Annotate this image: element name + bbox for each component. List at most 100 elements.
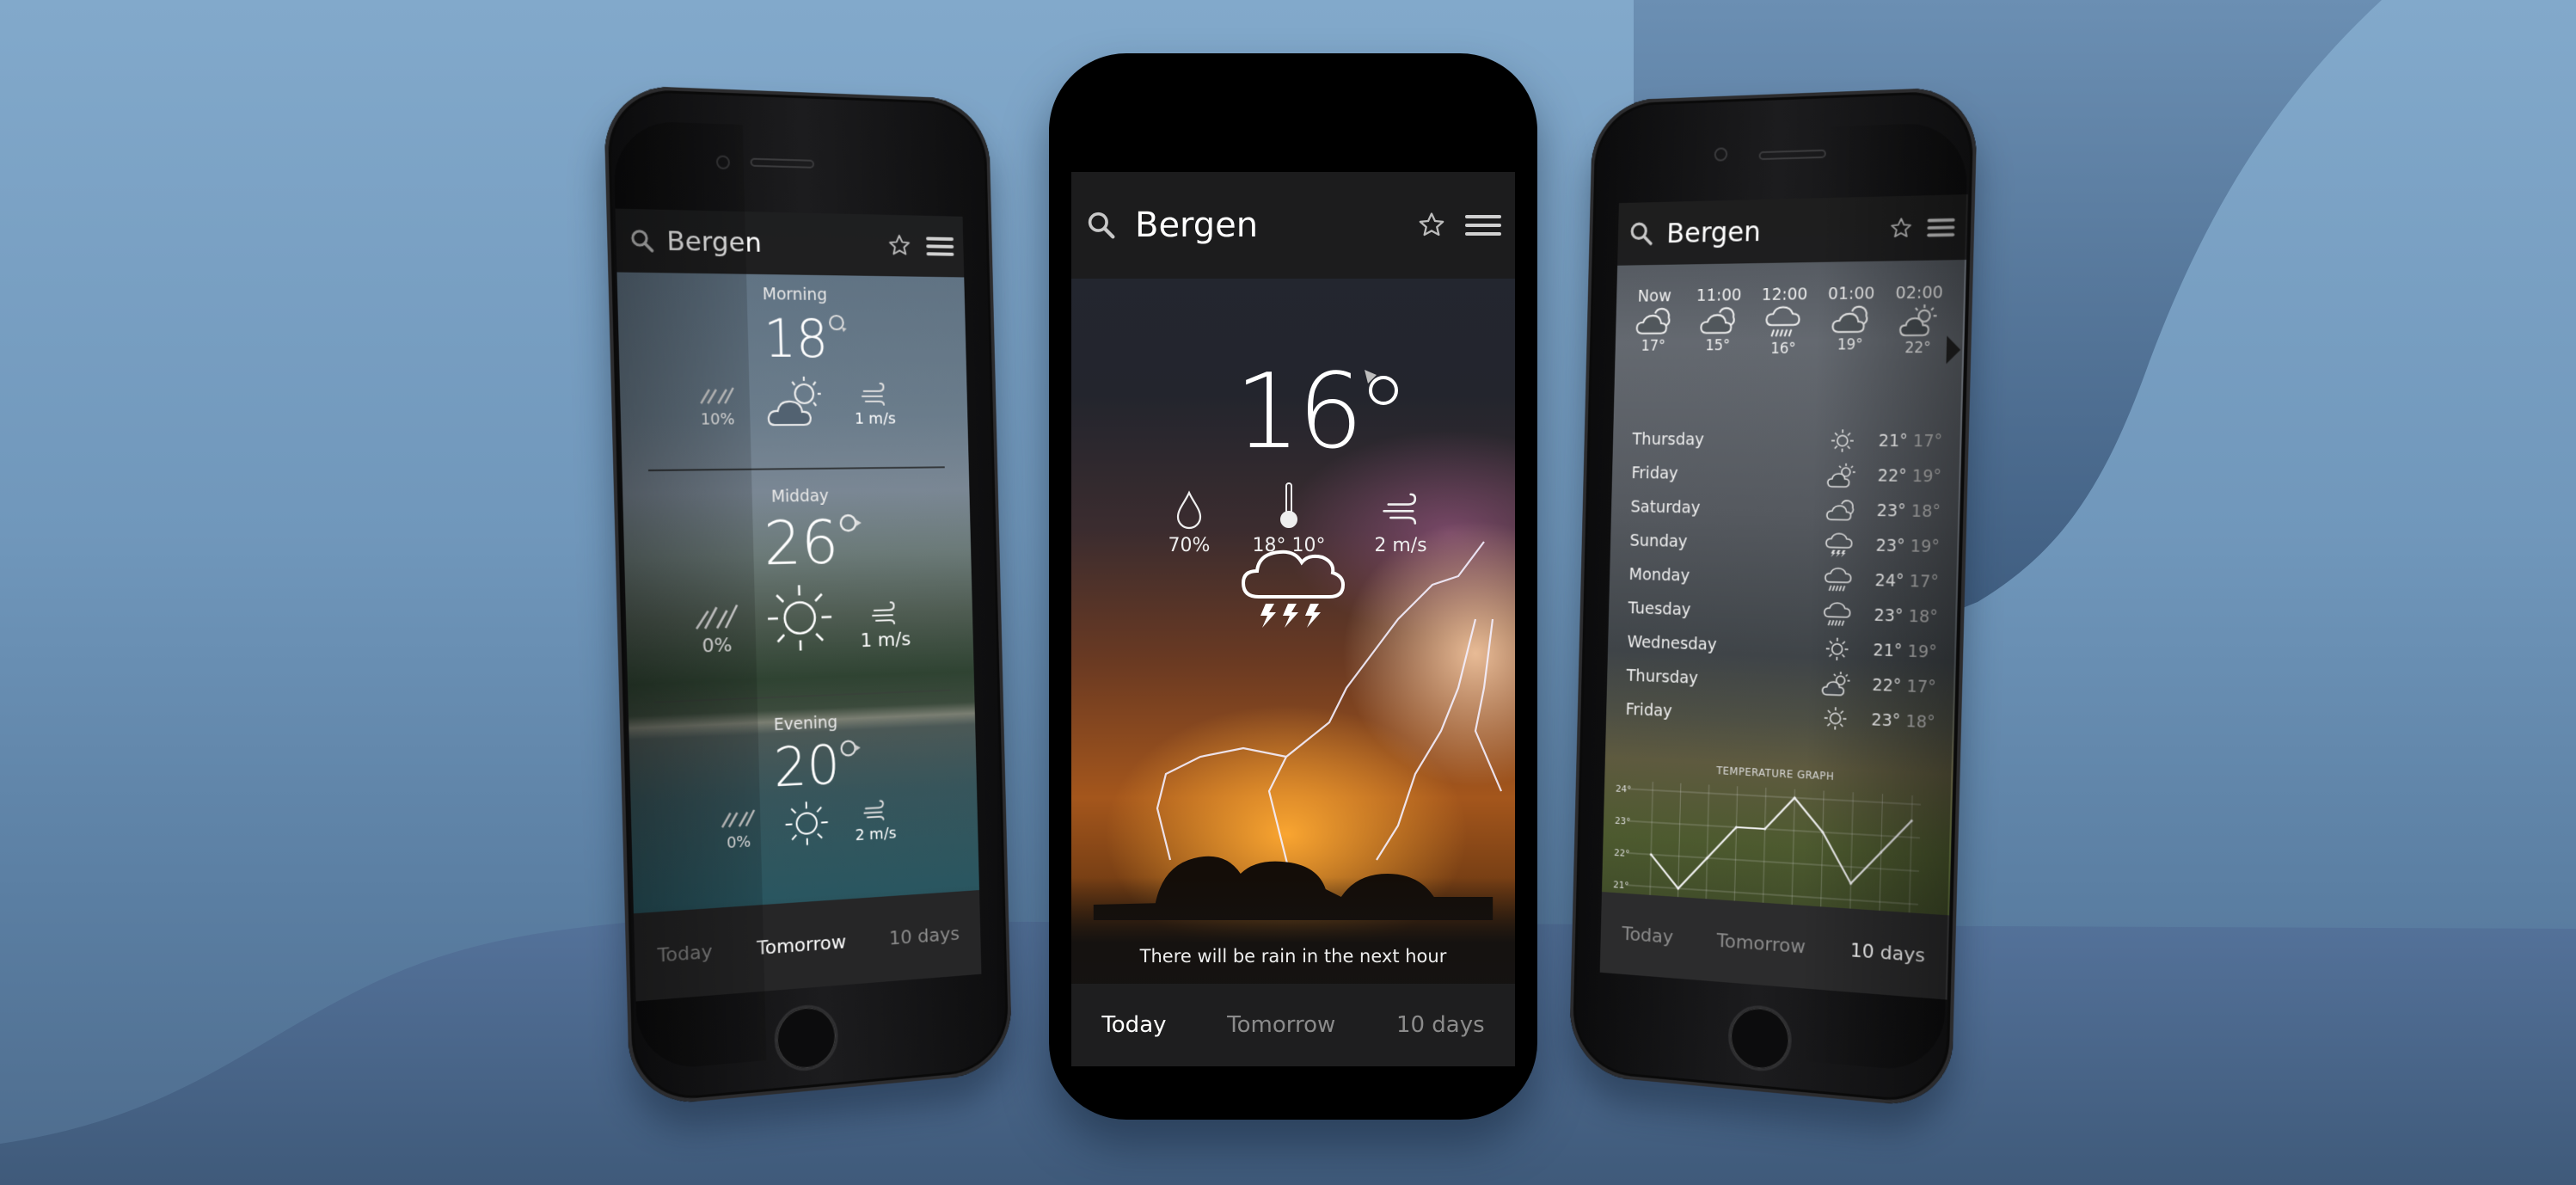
tab-10-days[interactable]: 10 days <box>1850 940 1926 967</box>
period-label: Morning <box>762 285 828 305</box>
hourly-item: 12:00 16° <box>1756 285 1812 358</box>
daily-row[interactable]: Saturday 23° 18° <box>1630 490 1941 530</box>
wind-value: 2 m/s <box>1374 535 1427 556</box>
front-camera <box>715 155 731 170</box>
screen: Bergen 16 70% 18° 10° 2 m/s There will b… <box>1071 172 1515 1066</box>
hour-time: Now <box>1637 286 1672 306</box>
thunderstorm-icon <box>1241 550 1346 628</box>
next-arrow-icon[interactable] <box>1946 335 1961 365</box>
divider <box>653 689 951 703</box>
menu-icon[interactable] <box>1465 213 1501 237</box>
tab-today[interactable]: Today <box>1622 923 1673 948</box>
graph-vgridline <box>1909 795 1912 918</box>
day-high: 21° <box>1878 431 1908 451</box>
precip-value: 0% <box>726 832 751 853</box>
degree-wind-icon <box>839 737 862 760</box>
search-icon[interactable] <box>1087 211 1116 240</box>
day-high: 23° <box>1875 536 1905 556</box>
day-name: Monday <box>1628 565 1690 586</box>
menu-icon[interactable] <box>926 236 954 258</box>
day-high: 24° <box>1874 570 1904 592</box>
wind-icon <box>861 383 889 407</box>
rain-streaks-icon <box>697 383 737 407</box>
star-icon[interactable] <box>1417 211 1446 240</box>
forecast-message: There will be rain in the next hour <box>1139 946 1447 967</box>
divider <box>647 466 945 472</box>
rain-icon <box>1822 566 1856 592</box>
wind-icon <box>862 799 887 822</box>
tab-tomorrow[interactable]: Tomorrow <box>1227 1012 1335 1038</box>
day-name: Tuesday <box>1628 599 1691 620</box>
phone-left: Bergen Morning 18 10% 1 m/s Midday 26 0%… <box>603 84 1013 1108</box>
cloudy-icon <box>1814 304 1888 339</box>
day-name: Wednesday <box>1627 632 1717 654</box>
search-icon[interactable] <box>629 229 654 254</box>
hourly-item: 01:00 19° <box>1822 284 1880 358</box>
tab-tomorrow[interactable]: Tomorrow <box>757 931 846 960</box>
day-name: Friday <box>1625 700 1673 721</box>
graph-series-line <box>1650 790 1912 904</box>
menu-icon[interactable] <box>1927 217 1955 238</box>
degree-wind-icon <box>837 512 862 536</box>
day-high: 23° <box>1876 500 1906 521</box>
hourly-item: Now 17° <box>1626 286 1681 358</box>
graph-gridline <box>1627 853 1919 871</box>
star-icon[interactable] <box>1889 216 1914 241</box>
app-bar: Bergen <box>1617 194 1968 266</box>
partly-cloudy-icon <box>1881 303 1957 342</box>
humidity-value: 70% <box>1168 535 1211 556</box>
graph-vgridline <box>1763 788 1766 908</box>
daily-row[interactable]: Thursday 21° 17° <box>1632 422 1943 459</box>
graph-y-tick: 22° <box>1614 847 1630 859</box>
day-name: Thursday <box>1626 666 1699 688</box>
day-low: 19° <box>1910 537 1941 557</box>
hourly-item: 11:00 15° <box>1690 286 1746 358</box>
hour-time: 01:00 <box>1827 284 1875 304</box>
period-temperature: 18 <box>763 309 829 370</box>
city-name[interactable]: Bergen <box>1666 212 1890 249</box>
graph-gridline <box>1628 821 1920 838</box>
hour-time: 11:00 <box>1696 286 1742 305</box>
rain-icon <box>1821 601 1855 628</box>
sun-icon <box>764 580 836 655</box>
graph-vgridline <box>1734 786 1738 906</box>
day-high: 23° <box>1871 710 1901 731</box>
phone-center: Bergen 16 70% 18° 10° 2 m/s There will b… <box>1049 53 1537 1120</box>
graph-y-tick: 21° <box>1613 879 1629 891</box>
city-name[interactable]: Bergen <box>1135 206 1417 245</box>
day-name: Friday <box>1631 464 1678 483</box>
hour-time: 12:00 <box>1761 285 1808 304</box>
tab-10-days[interactable]: 10 days <box>1396 1012 1485 1038</box>
phone-right: Bergen Now 17° 11:00 15° 12:00 16° 01:00 19° 02:… <box>1568 86 1978 1109</box>
sun-icon <box>1820 635 1855 663</box>
period-label: Midday <box>770 486 830 507</box>
period-morning: Morning 18 10% 1 m/s <box>617 283 968 429</box>
graph-y-tick: 24° <box>1616 783 1632 795</box>
graph-vgridline <box>1650 782 1653 900</box>
app-bar: Bergen <box>1071 172 1515 279</box>
city-name[interactable]: Bergen <box>666 225 887 261</box>
graph-vgridline <box>1850 792 1854 913</box>
wind-stat: 2 m/s <box>1362 490 1439 556</box>
wind-value: 1 m/s <box>860 629 911 653</box>
star-icon[interactable] <box>887 233 912 259</box>
current-temperature: 16 <box>1235 353 1364 472</box>
hour-temp: 15° <box>1705 337 1731 355</box>
day-low: 17° <box>1912 431 1943 451</box>
tab-today[interactable]: Today <box>657 941 712 967</box>
daily-row[interactable]: Friday 22° 19° <box>1631 457 1942 494</box>
screen: Bergen Now 17° 11:00 15° 12:00 16° 01:00 19° 02:… <box>1599 194 1968 1000</box>
day-low: 18° <box>1911 501 1941 522</box>
hourly-forecast: Now 17° 11:00 15° 12:00 16° 01:00 19° 02:00 22° <box>1626 283 1947 359</box>
search-icon[interactable] <box>1629 221 1654 247</box>
thunderstorm-icon <box>1823 531 1857 558</box>
tab-tomorrow[interactable]: Tomorrow <box>1716 930 1806 958</box>
day-low: 19° <box>1907 642 1937 662</box>
period-temperature: 26 <box>763 507 840 580</box>
period-evening: Evening 20 0% 2 m/s <box>629 707 978 858</box>
rain-streaks-icon <box>718 805 757 832</box>
hour-temp: 17° <box>1641 337 1666 355</box>
tab-today[interactable]: Today <box>1101 1012 1166 1038</box>
wind-icon <box>1383 493 1417 525</box>
tab-10-days[interactable]: 10 days <box>889 923 960 949</box>
